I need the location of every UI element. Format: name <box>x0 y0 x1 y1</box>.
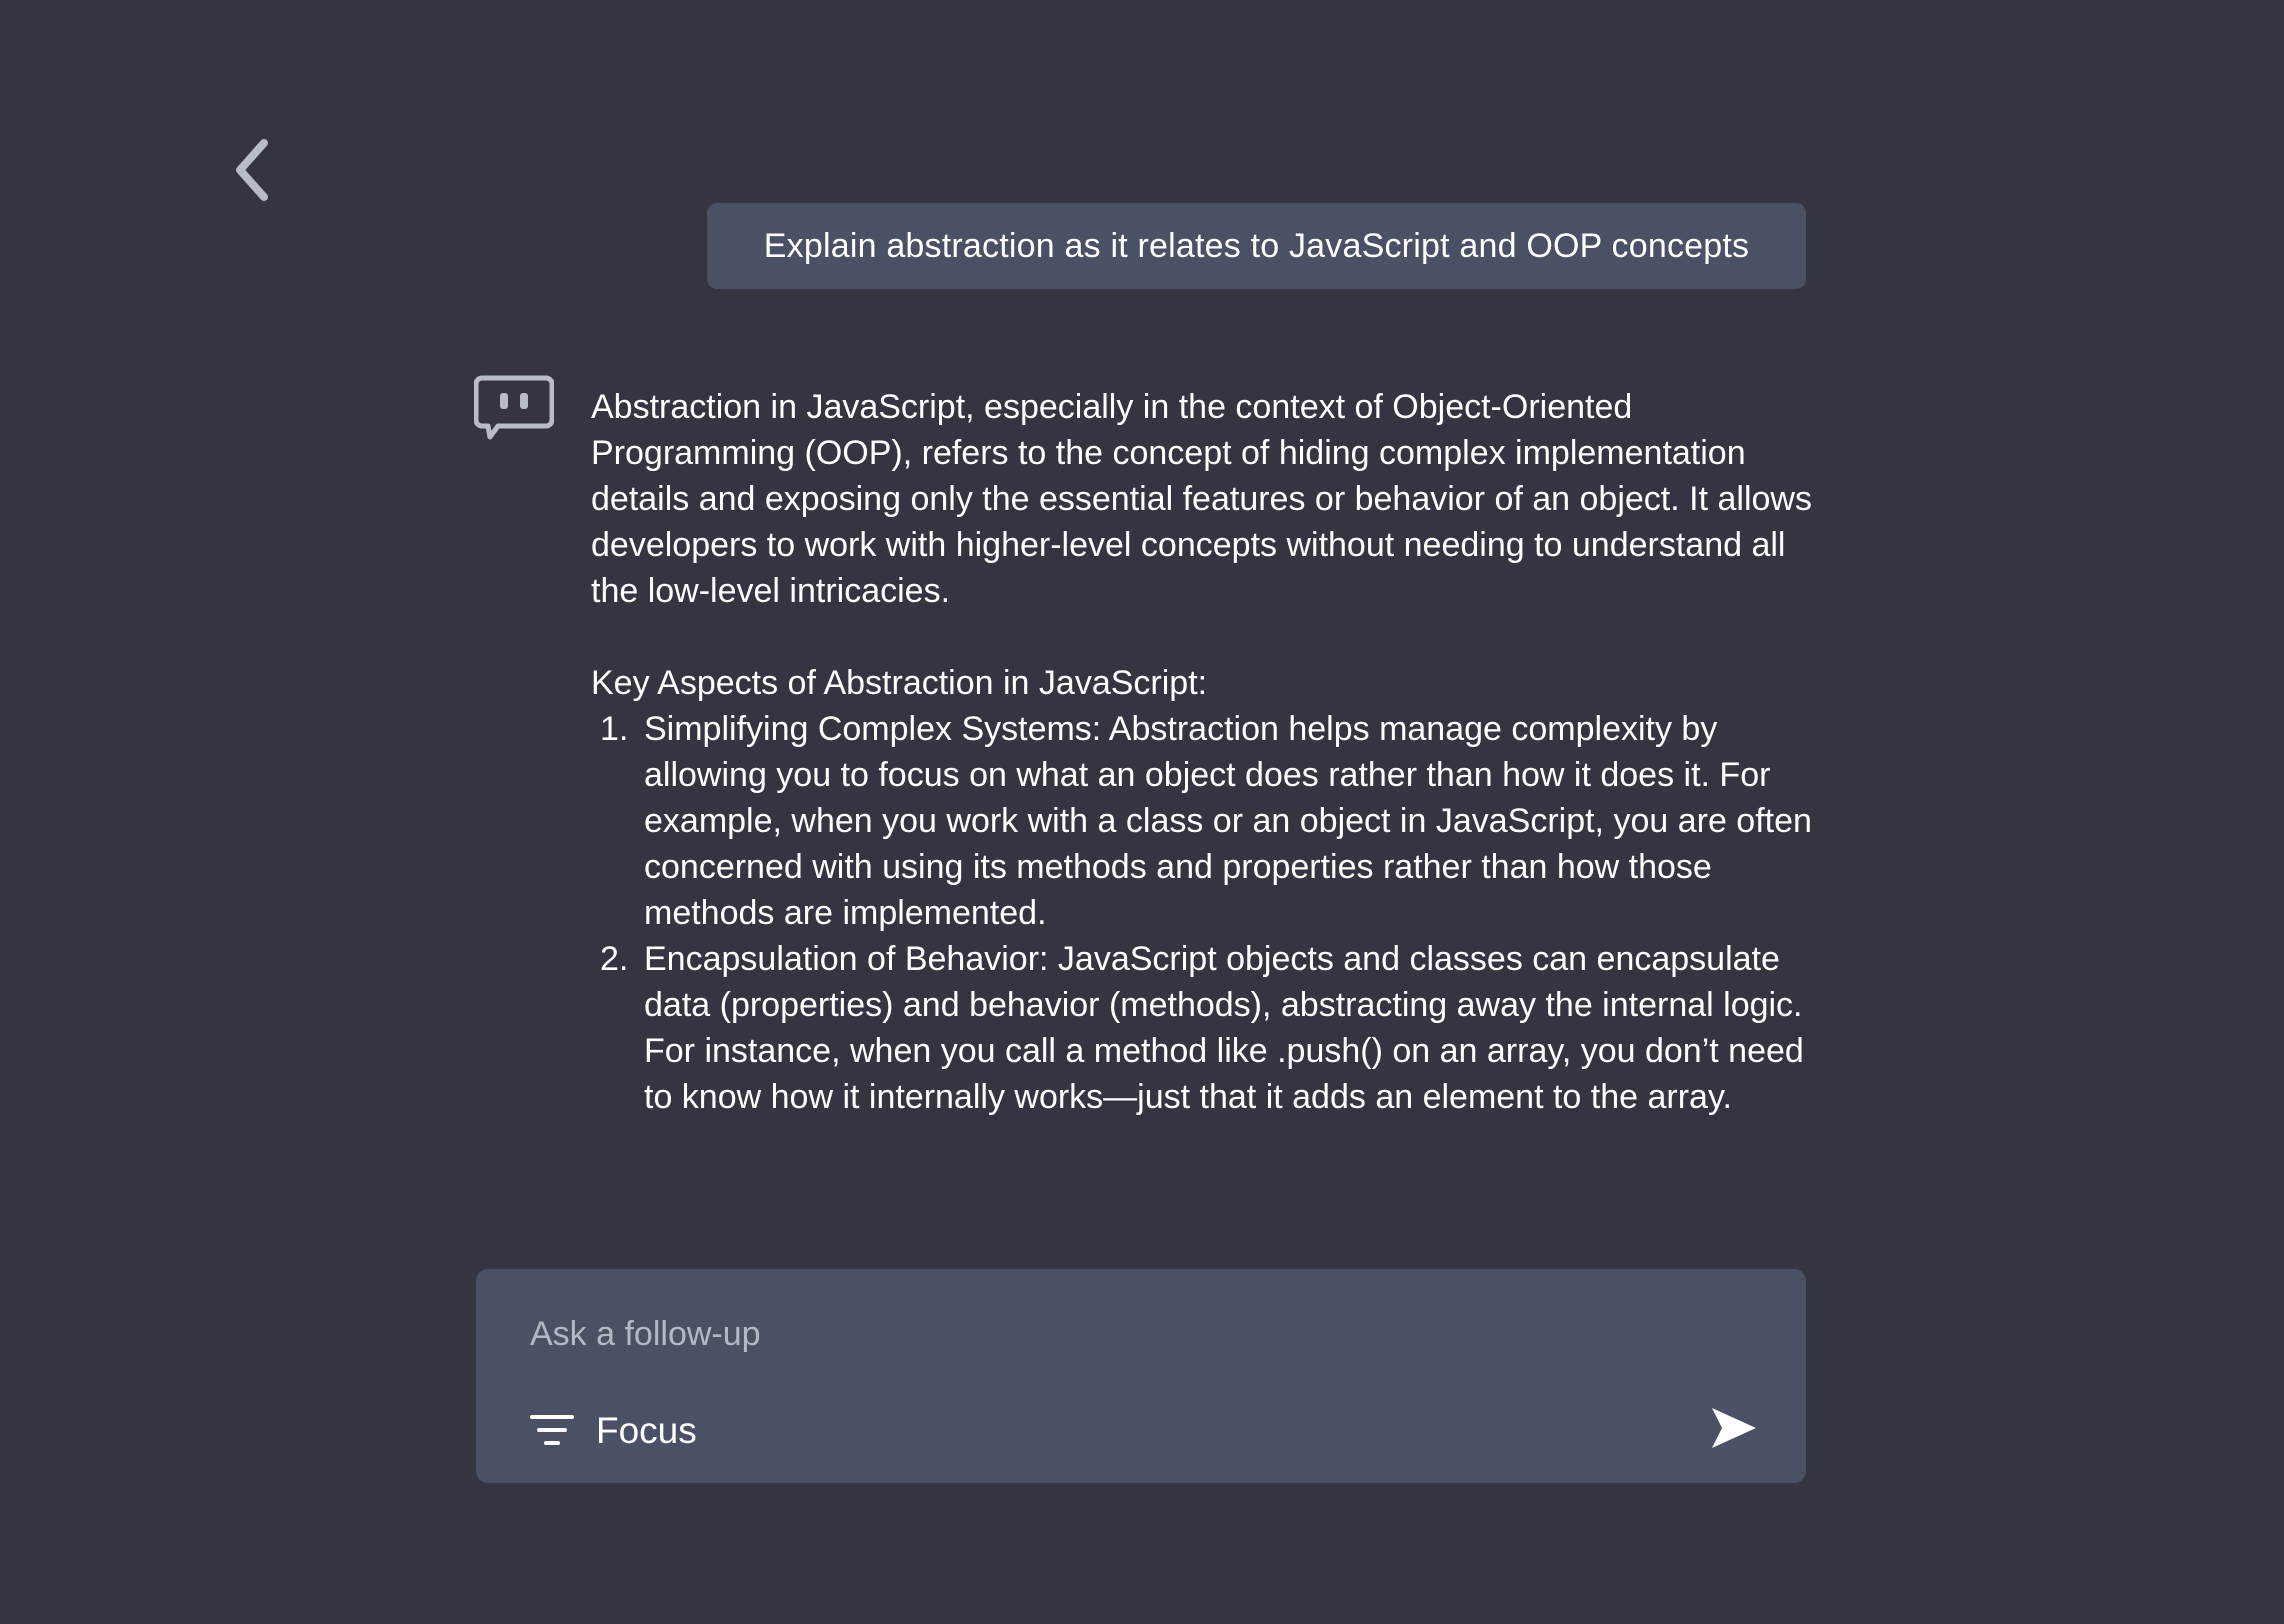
send-arrow-icon <box>1710 1406 1758 1455</box>
response-list: 1. Simplifying Complex Systems: Abstract… <box>591 706 1816 1120</box>
response-intro: Abstraction in JavaScript, especially in… <box>591 388 1812 610</box>
focus-label: Focus <box>596 1410 697 1451</box>
send-button[interactable] <box>1706 1402 1762 1458</box>
filter-icon <box>528 1411 576 1451</box>
focus-button[interactable]: Focus <box>528 1401 697 1461</box>
response-heading: Key Aspects of Abstraction in JavaScript… <box>591 664 1208 702</box>
assistant-response: Abstraction in JavaScript, especially in… <box>591 384 1816 1120</box>
follow-up-input[interactable] <box>530 1309 1630 1359</box>
chevron-left-icon <box>230 135 274 210</box>
list-item: 2. Encapsulation of Behavior: JavaScript… <box>591 936 1816 1120</box>
user-message-bubble: Explain abstraction as it relates to Jav… <box>707 203 1806 289</box>
back-button[interactable] <box>222 132 282 212</box>
follow-up-composer: Focus <box>476 1269 1806 1483</box>
list-item-text: Encapsulation of Behavior: JavaScript ob… <box>644 940 1804 1116</box>
list-item-text: Simplifying Complex Systems: Abstraction… <box>644 710 1812 932</box>
list-item-number: 1. <box>600 710 629 748</box>
list-item-number: 2. <box>600 940 629 978</box>
user-message-text: Explain abstraction as it relates to Jav… <box>763 226 1750 265</box>
bot-chat-icon <box>473 375 555 441</box>
list-item: 1. Simplifying Complex Systems: Abstract… <box>591 706 1816 936</box>
